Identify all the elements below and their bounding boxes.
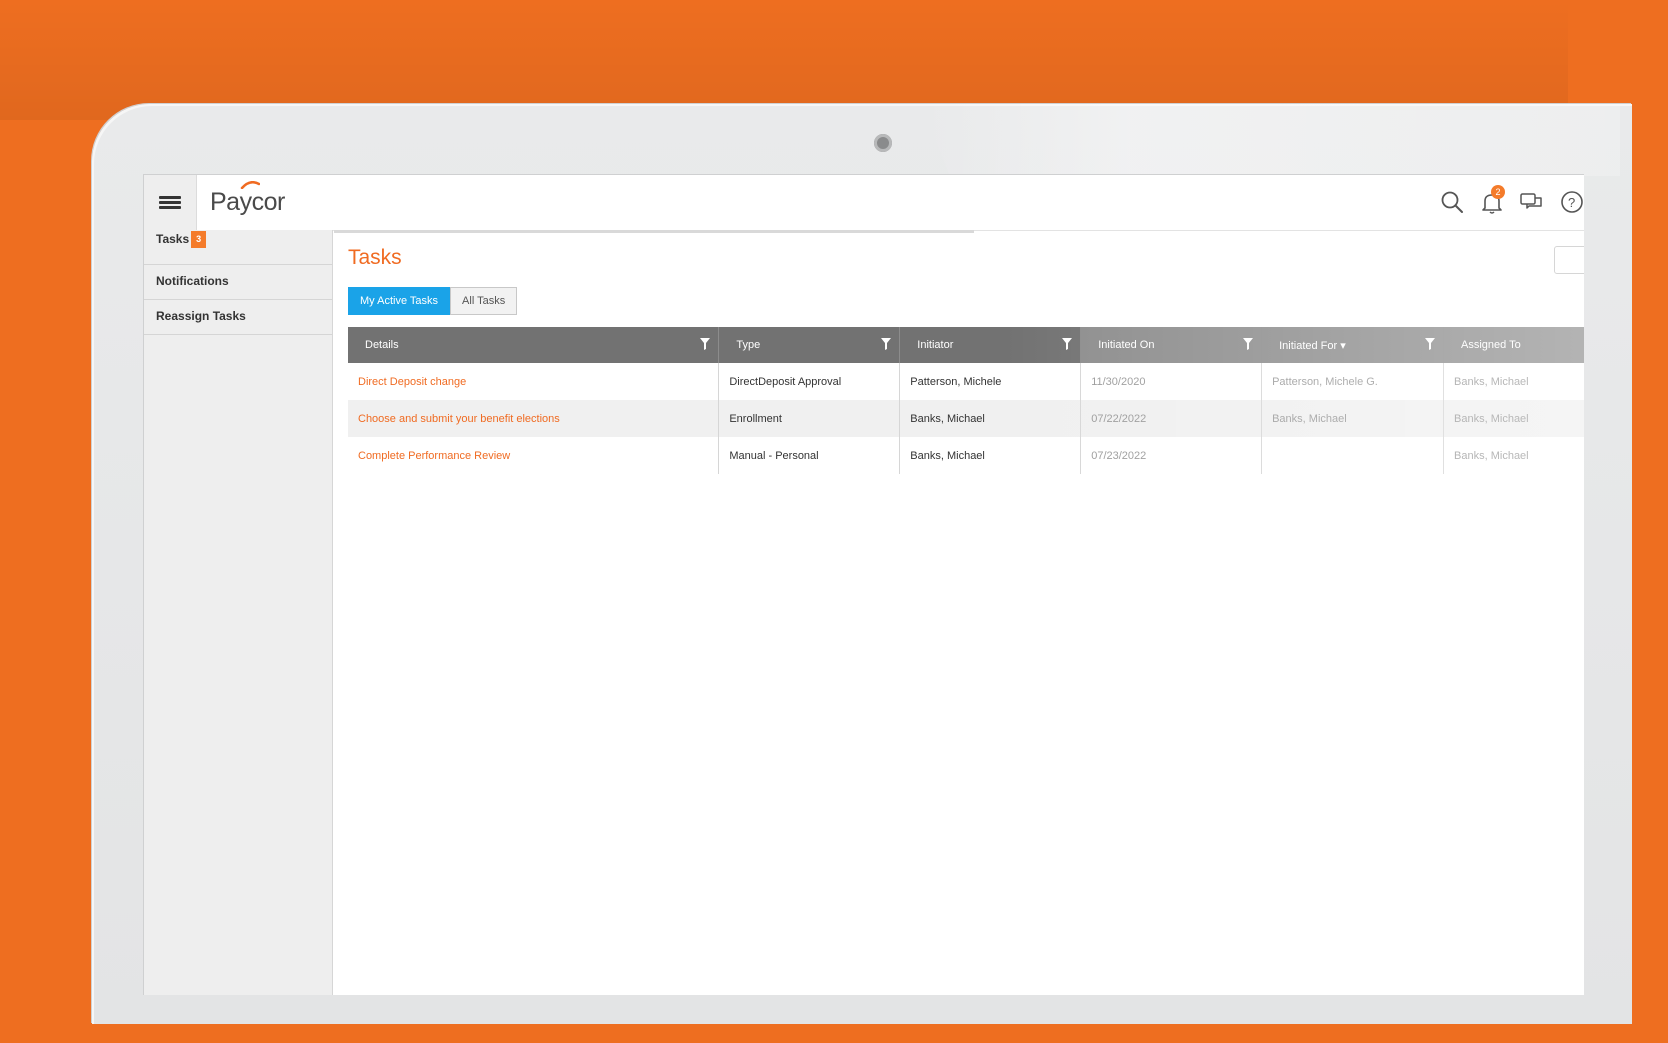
sidebar-item-notifications[interactable]: Notifications xyxy=(144,265,332,300)
tasks-table: Details Type Initiator Initiated On Init… xyxy=(348,327,1584,474)
filter-icon[interactable] xyxy=(881,338,892,350)
initiated-on-cell: 07/23/2022 xyxy=(1080,437,1263,474)
table-row[interactable]: Choose and submit your benefit elections… xyxy=(348,400,1584,437)
tab-my-active-tasks[interactable]: My Active Tasks xyxy=(348,287,451,315)
top-icons: 2 ? xyxy=(1439,185,1584,215)
initiated-for-cell: Banks, Michael xyxy=(1261,400,1445,437)
type-cell: Enrollment xyxy=(718,400,901,437)
sidebar-item-tasks[interactable]: Tasks 3 xyxy=(144,230,332,265)
column-header-type[interactable]: Type xyxy=(718,327,901,363)
search-icon xyxy=(1441,191,1463,213)
column-header-label: Assigned To xyxy=(1461,339,1521,351)
main-content: Tasks My Active Tasks All Tasks Details … xyxy=(348,230,1584,990)
column-header-initiated-on[interactable]: Initiated On xyxy=(1080,327,1263,363)
logo-swoosh-icon xyxy=(240,181,260,189)
table-header-row: Details Type Initiator Initiated On Init… xyxy=(348,327,1584,363)
help-button[interactable]: ? xyxy=(1559,189,1584,215)
sidebar-item-label: Notifications xyxy=(156,274,229,288)
chat-button[interactable] xyxy=(1519,189,1545,215)
filter-icon[interactable] xyxy=(1243,338,1254,350)
tab-all-tasks[interactable]: All Tasks xyxy=(450,287,518,315)
column-header-label: Details xyxy=(365,339,399,351)
assigned-to-cell: Banks, Michael xyxy=(1443,400,1584,437)
paycor-logo[interactable]: Paycor xyxy=(210,181,285,217)
page-title: Tasks xyxy=(348,246,402,269)
column-header-details[interactable]: Details xyxy=(348,327,720,363)
initiator-cell: Patterson, Michele xyxy=(899,363,1082,400)
initiated-on-cell: 11/30/2020 xyxy=(1080,363,1263,400)
svg-text:?: ? xyxy=(1568,195,1575,210)
notification-badge: 2 xyxy=(1491,185,1505,199)
menu-button[interactable] xyxy=(144,175,197,230)
task-link[interactable]: Complete Performance Review xyxy=(358,450,510,462)
filter-icon[interactable] xyxy=(1062,338,1073,350)
sidebar-item-reassign-tasks[interactable]: Reassign Tasks xyxy=(144,300,332,335)
column-header-label: Initiated On xyxy=(1098,339,1155,351)
details-cell: Direct Deposit change xyxy=(348,363,720,400)
type-cell: Manual - Personal xyxy=(718,437,901,474)
task-filter-tabs: My Active Tasks All Tasks xyxy=(348,287,518,315)
sidebar: Tasks 3 Notifications Reassign Tasks xyxy=(144,230,333,995)
filter-icon[interactable] xyxy=(700,338,711,350)
help-icon: ? xyxy=(1561,191,1583,213)
initiated-for-cell xyxy=(1261,437,1445,474)
initiated-on-cell: 07/22/2022 xyxy=(1080,400,1263,437)
sidebar-item-label: Tasks xyxy=(156,232,190,246)
initiator-cell: Banks, Michael xyxy=(899,400,1082,437)
task-link[interactable]: Choose and submit your benefit elections xyxy=(358,413,560,425)
menu-icon xyxy=(159,194,181,211)
notifications-button[interactable]: 2 xyxy=(1479,185,1505,215)
tasks-count-badge: 3 xyxy=(191,231,207,248)
table-row[interactable]: Complete Performance Review Manual - Per… xyxy=(348,437,1584,474)
chat-icon xyxy=(1520,193,1542,209)
type-cell: DirectDeposit Approval xyxy=(718,363,901,400)
details-cell: Complete Performance Review xyxy=(348,437,720,474)
assigned-to-cell: Banks, Michael xyxy=(1443,437,1584,474)
assigned-to-cell: Banks, Michael xyxy=(1443,363,1584,400)
task-link[interactable]: Direct Deposit change xyxy=(358,376,466,388)
search-button[interactable] xyxy=(1439,189,1465,215)
column-header-initiator[interactable]: Initiator xyxy=(899,327,1082,363)
initiator-cell: Banks, Michael xyxy=(899,437,1082,474)
column-header-initiated-for[interactable]: Initiated For ▾ xyxy=(1261,327,1445,363)
table-row[interactable]: Direct Deposit change DirectDeposit Appr… xyxy=(348,363,1584,400)
page-action-button[interactable] xyxy=(1554,246,1584,274)
background-shadow xyxy=(0,0,1568,120)
filter-icon[interactable] xyxy=(1425,338,1436,350)
column-header-label: Type xyxy=(736,339,761,351)
top-bar: Paycor 2 ? xyxy=(144,175,1584,231)
column-header-label: Initiated For ▾ xyxy=(1279,339,1346,352)
details-cell: Choose and submit your benefit elections xyxy=(348,400,720,437)
column-header-assigned-to[interactable]: Assigned To xyxy=(1443,327,1584,363)
sidebar-item-label: Reassign Tasks xyxy=(156,309,246,323)
initiated-for-cell: Patterson, Michele G. xyxy=(1261,363,1445,400)
bezel-sheen xyxy=(920,104,1620,176)
logo-text: Paycor xyxy=(210,188,285,216)
column-header-label: Initiator xyxy=(917,339,954,351)
app-screen: Paycor 2 ? Tasks 3 Notifications Reassig… xyxy=(143,174,1584,995)
camera-icon xyxy=(874,134,892,152)
